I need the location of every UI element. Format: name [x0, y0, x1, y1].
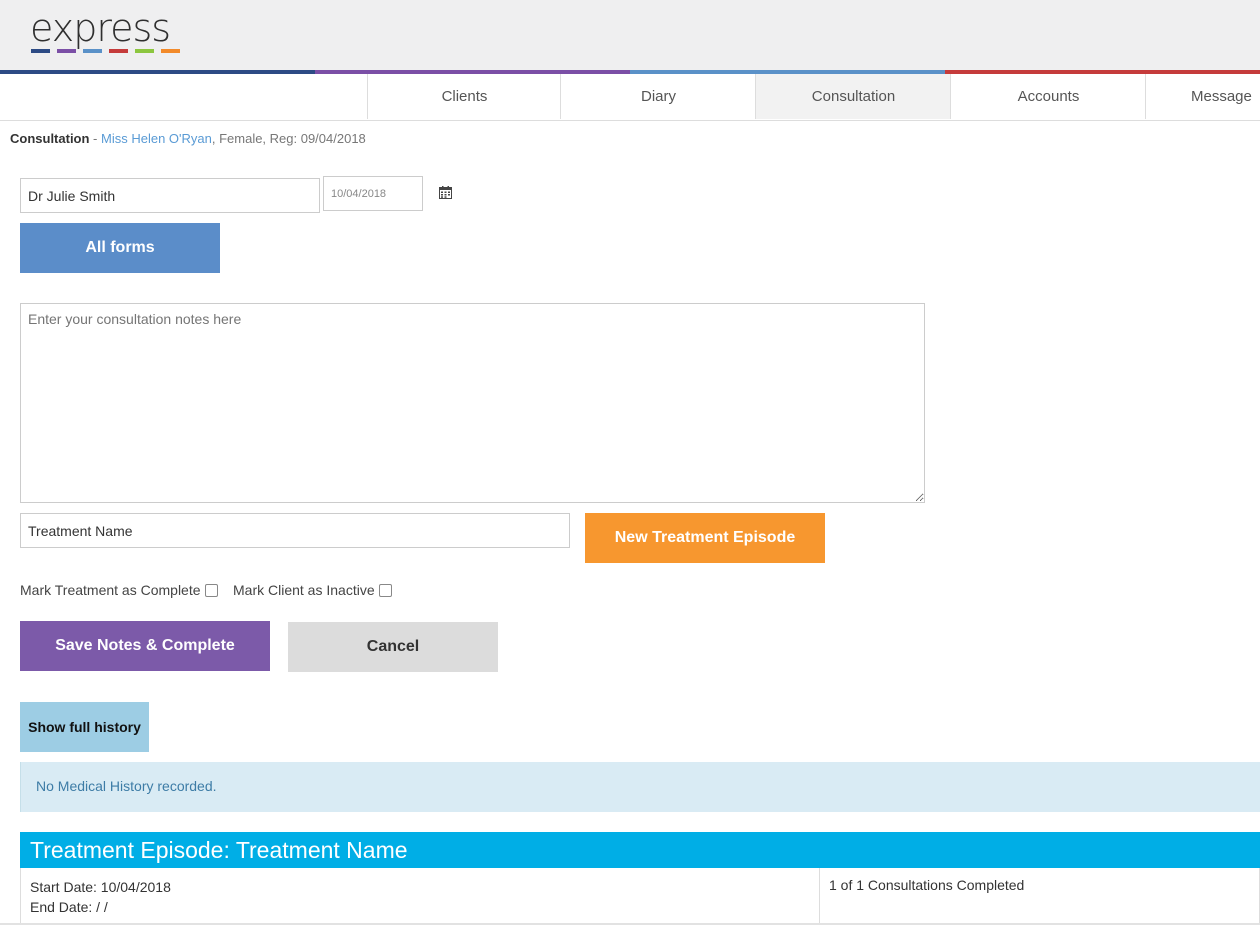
logo-color-bars — [31, 49, 180, 53]
breadcrumb-separator: - — [89, 131, 101, 146]
breadcrumb-section: Consultation — [10, 131, 90, 146]
logo-bar — [57, 49, 76, 53]
clinician-field[interactable] — [20, 178, 320, 213]
mark-treatment-complete[interactable]: Mark Treatment as Complete — [20, 582, 218, 598]
episode-dates: Start Date: 10/04/2018 End Date: / / — [30, 877, 171, 917]
mark-treatment-complete-checkbox[interactable] — [204, 583, 218, 597]
show-full-history-button[interactable]: Show full history — [20, 702, 149, 752]
episode-end-date: End Date: / / — [30, 899, 108, 915]
tab-diary[interactable]: Diary — [560, 74, 756, 119]
treatment-name-field[interactable] — [20, 513, 570, 548]
tab-accounts[interactable]: Accounts — [950, 74, 1146, 119]
episode-divider — [819, 868, 820, 925]
all-forms-button[interactable]: All forms — [20, 223, 220, 273]
medical-history-notice: No Medical History recorded. — [20, 762, 1260, 812]
mark-treatment-complete-label: Mark Treatment as Complete — [20, 582, 201, 598]
breadcrumb: Consultation - Miss Helen O'Ryan, Female… — [10, 131, 366, 146]
client-details: , Female, Reg: 09/04/2018 — [211, 131, 366, 146]
mark-client-inactive[interactable]: Mark Client as Inactive — [233, 582, 392, 598]
mark-client-inactive-checkbox[interactable] — [378, 583, 392, 597]
treatment-episode-header: Treatment Episode: Treatment Name — [20, 832, 1260, 868]
logo-bar — [109, 49, 128, 53]
logo[interactable]: express — [30, 6, 171, 50]
episode-start-date: Start Date: 10/04/2018 — [30, 879, 171, 895]
mark-client-inactive-label: Mark Client as Inactive — [233, 582, 375, 598]
treatment-episode-title: Treatment Episode: Treatment Name — [30, 837, 408, 863]
tab-messages[interactable]: Message — [1145, 74, 1260, 119]
cancel-button[interactable]: Cancel — [288, 622, 498, 672]
calendar-icon[interactable] — [439, 186, 452, 199]
medical-history-message: No Medical History recorded. — [36, 778, 217, 794]
client-name-link[interactable]: Miss Helen O'Ryan — [101, 131, 212, 146]
treatment-episode-details: Start Date: 10/04/2018 End Date: / / 1 o… — [20, 868, 1260, 925]
app-header: express — [0, 0, 1260, 70]
logo-bar — [135, 49, 154, 53]
tab-clients[interactable]: Clients — [367, 74, 561, 119]
consultation-notes-textarea[interactable] — [20, 303, 925, 503]
save-notes-complete-button[interactable]: Save Notes & Complete — [20, 621, 270, 671]
episode-consultations-count: 1 of 1 Consultations Completed — [829, 877, 1025, 893]
tab-consultation[interactable]: Consultation — [755, 74, 951, 119]
logo-bar — [161, 49, 180, 53]
logo-bar — [31, 49, 50, 53]
main-nav: Clients Diary Consultation Accounts Mess… — [0, 74, 1260, 121]
new-treatment-episode-button[interactable]: New Treatment Episode — [585, 513, 825, 563]
consultation-date-field[interactable] — [323, 176, 423, 211]
logo-bar — [83, 49, 102, 53]
